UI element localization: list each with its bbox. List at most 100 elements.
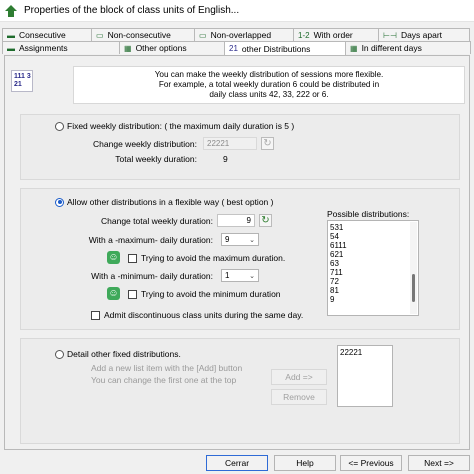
assignments-icon: ▬ (7, 43, 15, 53)
tab-non-overlapped[interactable]: ▭ Non-overlapped (194, 28, 294, 41)
possible-distributions-list[interactable]: 531 54 6111 621 63 711 72 81 9 (327, 220, 419, 316)
detail-distribution-radio[interactable]: Detail other fixed distributions. (55, 349, 181, 359)
consecutive-icon: ▬ (7, 30, 15, 40)
list-item[interactable]: 621 (330, 250, 416, 259)
list-item[interactable]: 54 (330, 232, 416, 241)
max-duration-select[interactable]: 9 ⌄ (221, 233, 259, 246)
bottom-button-bar: Cerrar Help <= Previous Next => (0, 450, 474, 474)
checkbox-box (128, 289, 137, 299)
total-weekly-label: Total weekly duration: (115, 154, 197, 164)
non-overlapped-icon: ▭ (199, 30, 207, 40)
list-item[interactable]: 711 (330, 268, 416, 277)
tab-non-consecutive[interactable]: ▭ Non-consecutive (91, 28, 195, 41)
info-line-2: For example, a total weekly duration 6 c… (158, 80, 380, 89)
tab-other-options[interactable]: ▦ Other options (119, 41, 225, 54)
fixed-distribution-label: Fixed weekly distribution: ( the maximum… (67, 121, 295, 131)
non-consecutive-icon: ▭ (96, 30, 104, 40)
refresh-icon[interactable]: ↻ (261, 137, 274, 150)
min-duration-label: With a -minimum- daily duration: (91, 271, 213, 281)
tab-other-distributions[interactable]: 21 other Distributions (224, 41, 346, 55)
close-button[interactable]: Cerrar (206, 455, 268, 471)
fixed-distribution-group: Fixed weekly distribution: ( the maximum… (20, 114, 460, 180)
change-weekly-label: Change weekly distribution: (93, 139, 197, 149)
detail-hint-1: Add a new list item with the [Add] butto… (91, 363, 243, 373)
chevron-down-icon: ⌄ (249, 272, 255, 280)
min-duration-value: 1 (225, 271, 230, 280)
avoid-max-checkbox[interactable]: Trying to avoid the maximum duration. (128, 253, 285, 263)
order-icon: 1-2 (298, 30, 310, 40)
list-item[interactable]: 72 (330, 277, 416, 286)
list-item[interactable]: 531 (330, 223, 416, 232)
different-days-icon: ▦ (350, 43, 358, 53)
tab-label: With order (313, 30, 353, 40)
flexible-distribution-radio[interactable]: Allow other distributions in a flexible … (55, 197, 273, 207)
min-duration-select[interactable]: 1 ⌄ (221, 269, 259, 282)
list-item[interactable]: 63 (330, 259, 416, 268)
tab-row-2: ▬ Assignments ▦ Other options 21 other D… (2, 41, 472, 55)
distributions-icon: 21 (229, 44, 238, 53)
flexible-distribution-label: Allow other distributions in a flexible … (67, 197, 274, 207)
radio-indicator (55, 197, 64, 207)
help-button[interactable]: Help (274, 455, 336, 471)
fixed-distribution-radio[interactable]: Fixed weekly distribution: ( the maximum… (55, 121, 294, 131)
weekly-distribution-field[interactable]: 22221 (203, 137, 257, 150)
app-icon (5, 4, 17, 17)
radio-indicator (55, 121, 64, 131)
tab-with-order[interactable]: 1-2 With order (293, 28, 379, 41)
discontinuous-checkbox[interactable]: Admit discontinuous class units during t… (91, 310, 303, 320)
tab-label: Non-overlapped (210, 30, 272, 40)
tab-consecutive[interactable]: ▬ Consecutive (2, 28, 92, 41)
tab-label: Days apart (400, 30, 443, 40)
detail-hint-2: You can change the first one at the top (91, 375, 237, 385)
detail-distributions-list[interactable]: 22221 (337, 345, 393, 407)
avoid-max-label: Trying to avoid the maximum duration. (141, 253, 286, 263)
scrollbar-thumb[interactable] (412, 274, 415, 302)
list-item[interactable]: 81 (330, 286, 416, 295)
other-options-icon: ▦ (124, 43, 132, 53)
tab-row-1: ▬ Consecutive ▭ Non-consecutive ▭ Non-ov… (2, 28, 472, 41)
list-item[interactable]: 9 (330, 295, 416, 304)
chevron-down-icon: ⌄ (249, 236, 255, 244)
checkbox-box (91, 310, 100, 320)
info-line-1: You can make the weekly distribution of … (154, 70, 384, 79)
tab-label: Consecutive (19, 30, 66, 40)
discontinuous-label: Admit discontinuous class units during t… (104, 310, 304, 320)
distribution-info-icon: 111 3 21 (11, 70, 33, 92)
next-button[interactable]: Next => (408, 455, 470, 471)
change-total-label: Change total weekly duration: (101, 216, 213, 226)
window-title: Properties of the block of class units o… (24, 5, 240, 16)
tab-label: Assignments (19, 43, 68, 53)
list-scrollbar[interactable] (410, 222, 417, 314)
info-icon-text: 111 3 21 (14, 73, 31, 88)
detail-distribution-group: Detail other fixed distributions. Add a … (20, 338, 460, 444)
tab-panel: 111 3 21 You can make the weekly distrib… (4, 55, 470, 450)
smiley-icon: ☺ (107, 251, 120, 264)
title-bar: Properties of the block of class units o… (0, 0, 474, 22)
tab-in-different-days[interactable]: ▦ In different days (345, 41, 471, 54)
total-weekly-value: 9 (223, 154, 228, 164)
flexible-distribution-group: Allow other distributions in a flexible … (20, 188, 460, 330)
list-item[interactable]: 22221 (340, 348, 390, 357)
tab-label: Other options (135, 43, 187, 53)
possible-distributions-label: Possible distributions: (327, 209, 410, 219)
avoid-min-checkbox[interactable]: Trying to avoid the minimum duration (128, 289, 281, 299)
max-duration-value: 9 (225, 235, 230, 244)
tab-days-apart[interactable]: ⊢⊣ Days apart (378, 28, 470, 41)
previous-button[interactable]: <= Previous (340, 455, 402, 471)
info-line-3: daily class units 42, 33, 222 or 6. (209, 90, 329, 99)
remove-button[interactable]: Remove (271, 389, 327, 405)
tab-label: other Distributions (241, 43, 311, 54)
radio-indicator (55, 349, 64, 359)
tab-label: In different days (361, 43, 422, 53)
add-button[interactable]: Add => (271, 369, 327, 385)
tab-assignments[interactable]: ▬ Assignments (2, 41, 120, 54)
tab-label: Non-consecutive (107, 30, 171, 40)
list-item[interactable]: 6111 (330, 241, 416, 250)
refresh-icon[interactable]: ↻ (259, 214, 272, 227)
checkbox-box (128, 253, 137, 263)
smiley-icon: ☺ (107, 287, 120, 300)
total-duration-field[interactable]: 9 (217, 214, 255, 227)
info-box: You can make the weekly distribution of … (73, 66, 465, 104)
days-apart-icon: ⊢⊣ (383, 30, 397, 40)
detail-distribution-label: Detail other fixed distributions. (67, 349, 181, 359)
